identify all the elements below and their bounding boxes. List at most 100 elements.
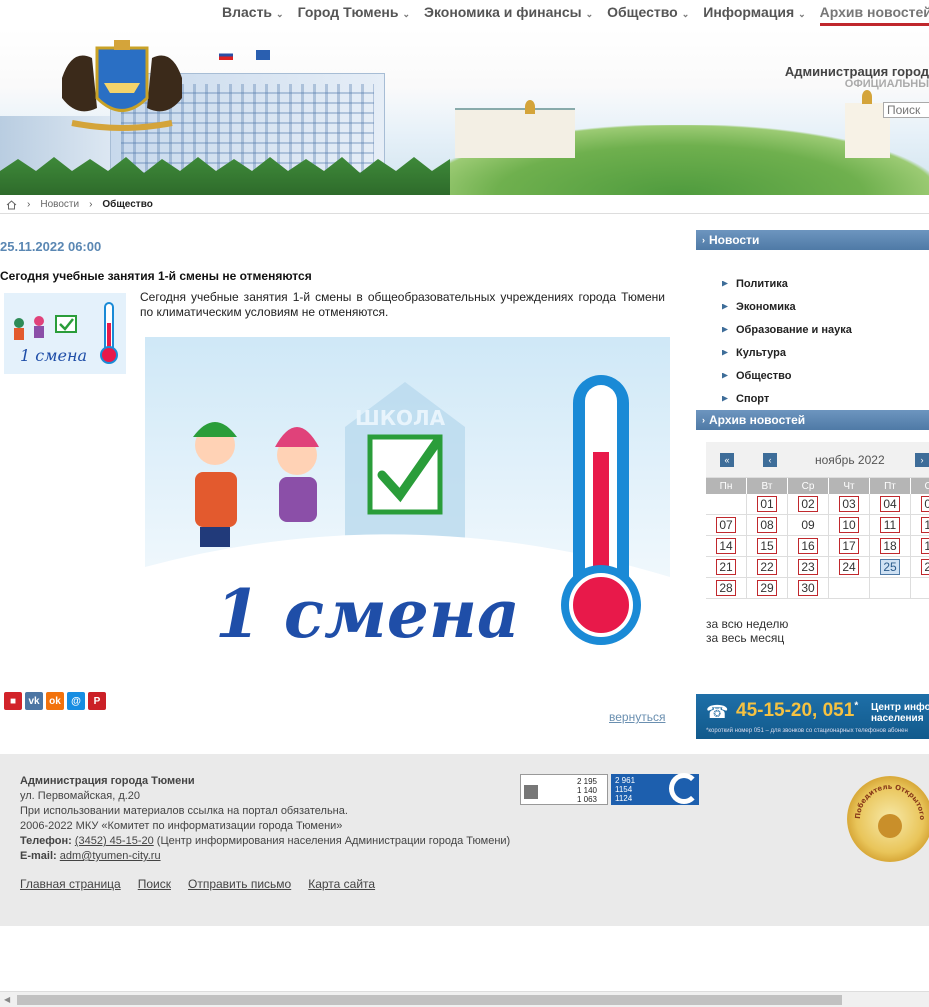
calendar-day-number[interactable]: 04 (880, 496, 900, 512)
footer-email-link[interactable]: adm@tyumen-city.ru (60, 850, 161, 862)
vk-icon[interactable]: vk (25, 692, 43, 710)
prev-year-icon[interactable]: « (720, 453, 734, 467)
calendar-day-number[interactable]: 11 (880, 517, 900, 533)
footer-link-home[interactable]: Главная страница (20, 877, 121, 891)
menu-item-vlast[interactable]: Власть ⌄ (222, 4, 284, 26)
calendar-day-number[interactable]: 05 (921, 496, 929, 512)
calendar-day-number[interactable]: 01 (757, 496, 777, 512)
calendar-day[interactable]: 16 (788, 536, 829, 557)
calendar-day[interactable]: 30 (788, 578, 829, 599)
menu-item-archive[interactable]: Архив новостей⌄ (819, 4, 929, 26)
next-month-icon[interactable]: › (915, 453, 929, 467)
calendar-day[interactable]: 02 (788, 494, 829, 515)
calendar-day-number[interactable]: 29 (757, 580, 777, 596)
pinterest-icon[interactable]: P (88, 692, 106, 710)
calendar-day[interactable]: 25 (870, 557, 911, 578)
menu-item-economy[interactable]: Экономика и финансы ⌄ (424, 4, 593, 26)
info-center-banner[interactable]: ☎ 45-15-20, 051* Центр инфо населения *ко… (696, 694, 929, 739)
calendar-day[interactable]: 04 (870, 494, 911, 515)
calendar-day-number[interactable]: 15 (757, 538, 777, 554)
bookmark-icon[interactable]: ■ (4, 692, 22, 710)
award-seal[interactable]: Победитель Открытого конк (845, 770, 929, 862)
calendar-day[interactable]: 22 (747, 557, 788, 578)
calendar-day[interactable]: 05 (911, 494, 929, 515)
footer-phone-link[interactable]: (3452) 45-15-20 (75, 835, 154, 847)
visit-counter[interactable]: 2 195 1 140 1 063 (520, 774, 608, 805)
calendar-day[interactable]: 08 (747, 515, 788, 536)
footer-link-sitemap[interactable]: Карта сайта (308, 877, 375, 891)
breadcrumb-news[interactable]: Новости (40, 199, 79, 210)
search-input[interactable] (883, 102, 929, 118)
calendar-day-number[interactable]: 08 (757, 517, 777, 533)
calendar-day[interactable]: 18 (870, 536, 911, 557)
calendar-day[interactable]: 15 (747, 536, 788, 557)
calendar-day[interactable]: 21 (706, 557, 747, 578)
scrollbar-thumb[interactable] (17, 995, 842, 1005)
calendar-day-number[interactable]: 14 (716, 538, 736, 554)
calendar-day-number[interactable]: 10 (839, 517, 859, 533)
scroll-left-icon[interactable]: ◀ (4, 995, 10, 1004)
calendar-day[interactable]: 11 (870, 515, 911, 536)
calendar-day[interactable]: 12 (911, 515, 929, 536)
odnoklassniki-icon[interactable]: ok (46, 692, 64, 710)
coat-of-arms-logo[interactable] (52, 38, 192, 133)
calendar-day[interactable]: 07 (706, 515, 747, 536)
calendar-day[interactable]: 17 (829, 536, 870, 557)
menu-item-society[interactable]: Общество ⌄ (607, 4, 689, 26)
liveinternet-counter[interactable]: 2 961 1154 1124 (611, 773, 699, 805)
calendar-day-number[interactable]: 19 (921, 538, 929, 554)
calendar-day-number[interactable]: 16 (798, 538, 818, 554)
archive-section-header[interactable]: › Архив новостей (696, 410, 929, 430)
calendar-day[interactable]: 09 (788, 515, 829, 536)
calendar-month: ноябрь 2022 (815, 453, 885, 467)
article-thumbnail[interactable]: 1 смена (4, 293, 126, 374)
calendar-day-number[interactable]: 07 (716, 517, 736, 533)
horizontal-scrollbar[interactable]: ◀ (0, 991, 929, 1007)
category-culture[interactable]: Культура (722, 341, 852, 364)
calendar-day-number[interactable]: 24 (839, 559, 859, 575)
calendar-day[interactable]: 14 (706, 536, 747, 557)
calendar-day[interactable]: 01 (747, 494, 788, 515)
calendar-links: за всю неделю за весь месяц (706, 617, 788, 645)
calendar-day[interactable]: 10 (829, 515, 870, 536)
calendar-day-number[interactable]: 03 (839, 496, 859, 512)
home-icon[interactable] (6, 199, 17, 210)
menu-item-gorod[interactable]: Город Тюмень ⌄ (298, 4, 410, 26)
category-society[interactable]: Общество (722, 364, 852, 387)
category-politics[interactable]: Политика (722, 272, 852, 295)
calendar-day-number[interactable]: 02 (798, 496, 818, 512)
back-link[interactable]: вернуться (609, 710, 665, 724)
category-sport[interactable]: Спорт (722, 387, 852, 410)
calendar-day[interactable]: 23 (788, 557, 829, 578)
calendar-day[interactable]: 26 (911, 557, 929, 578)
calendar-day-number[interactable]: 30 (798, 580, 818, 596)
calendar-day-number[interactable]: 28 (716, 580, 736, 596)
calendar-day[interactable]: 28 (706, 578, 747, 599)
footer-link-mail[interactable]: Отправить письмо (188, 877, 291, 891)
prev-month-icon[interactable]: ‹ (763, 453, 777, 467)
calendar-day-number[interactable]: 18 (880, 538, 900, 554)
calendar-day-number[interactable]: 09 (798, 517, 818, 533)
dome-icon (525, 100, 535, 114)
week-link[interactable]: за всю неделю (706, 617, 788, 631)
calendar-day-number[interactable]: 17 (839, 538, 859, 554)
calendar-day-number[interactable]: 21 (716, 559, 736, 575)
calendar-day[interactable]: 24 (829, 557, 870, 578)
calendar-day-number[interactable]: 12 (921, 517, 929, 533)
news-section-header[interactable]: › Новости (696, 230, 929, 250)
category-economy[interactable]: Экономика (722, 295, 852, 318)
month-link[interactable]: за весь месяц (706, 631, 788, 645)
weekday-header: Пн (706, 478, 747, 494)
menu-item-info[interactable]: Информация ⌄ (703, 4, 805, 26)
footer-link-search[interactable]: Поиск (138, 877, 171, 891)
calendar-day[interactable]: 29 (747, 578, 788, 599)
calendar-day-number[interactable]: 25 (880, 559, 900, 575)
calendar-day-number[interactable]: 23 (798, 559, 818, 575)
mailru-icon[interactable]: @ (67, 692, 85, 710)
category-education[interactable]: Образование и наука (722, 318, 852, 341)
calendar-day[interactable]: 03 (829, 494, 870, 515)
weekday-header: Ср (788, 478, 829, 494)
calendar-day[interactable]: 19 (911, 536, 929, 557)
calendar-day-number[interactable]: 22 (757, 559, 777, 575)
calendar-day-number[interactable]: 26 (921, 559, 929, 575)
